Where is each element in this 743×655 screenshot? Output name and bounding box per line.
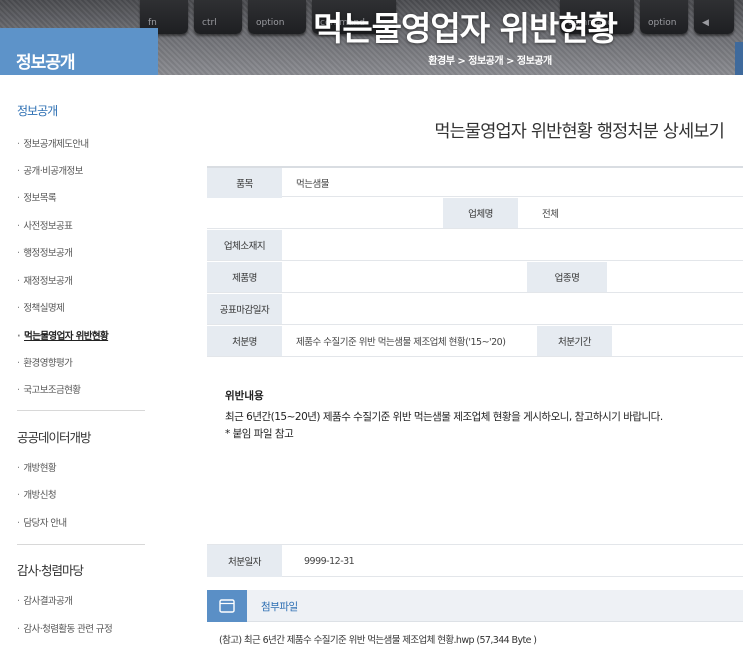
breadcrumb: 환경부 > 정보공개 > 정보공개 bbox=[428, 56, 552, 67]
sidebar-item-label: 공개·비공개정보 bbox=[23, 166, 83, 177]
sidebar-section-title[interactable]: 공공데이터개방 bbox=[17, 427, 92, 446]
sidebar-item-label: 재정정보공개 bbox=[23, 276, 73, 287]
sidebar-divider bbox=[17, 544, 145, 545]
violation-section: 위반내용 최근 6년간(15~20년) 제품수 수질기준 위반 먹는샘물 제조업… bbox=[225, 388, 725, 443]
sidebar-item-label: 먹는물영업자 위반현황 bbox=[24, 331, 109, 342]
keyboard-key: ◀ bbox=[694, 0, 734, 34]
bullet-icon: · bbox=[17, 248, 20, 259]
bullet-icon: · bbox=[17, 518, 20, 529]
page-title: 먹는물영업자 위반현황 행정처분 상세보기 bbox=[434, 122, 724, 142]
item-label: 품목 bbox=[207, 168, 282, 198]
bullet-icon: · bbox=[17, 331, 21, 342]
business-type-label: 업종명 bbox=[527, 262, 607, 292]
period-label: 처분기간 bbox=[537, 326, 612, 356]
location-value bbox=[282, 230, 296, 260]
sidebar-item-label: 감사결과공개 bbox=[23, 596, 73, 607]
attachment-label: 첨부파일 bbox=[261, 600, 298, 613]
sidebar-item-label: 개방신청 bbox=[23, 490, 56, 501]
attachment-file-link[interactable]: (참고) 최근 6년간 제품수 수질기준 위반 먹는샘물 제조업체 현황.hwp… bbox=[219, 632, 537, 646]
business-name-value: 전체 bbox=[542, 209, 559, 220]
sidebar-header: 정보공개 bbox=[0, 28, 158, 75]
sidebar-item-label: 감사·청렴활동 관련 규정 bbox=[23, 624, 113, 635]
bullet-icon: · bbox=[17, 166, 20, 177]
product-label: 제품명 bbox=[207, 262, 282, 292]
disposition-date-row: 처분일자 9999-12-31 bbox=[207, 544, 743, 577]
sidebar-item-open-request[interactable]: · 개방신청 bbox=[17, 487, 57, 501]
bullet-icon: · bbox=[17, 193, 20, 204]
location-label: 업체소재지 bbox=[207, 230, 282, 260]
disposition-label: 처분명 bbox=[207, 326, 282, 356]
sidebar-item-admin-info[interactable]: · 행정정보공개 bbox=[17, 245, 73, 259]
sidebar-item-label: 사전정보공표 bbox=[23, 221, 73, 232]
sidebar-item-finance-info[interactable]: · 재정정보공개 bbox=[17, 273, 73, 287]
sidebar-item-policy-realname[interactable]: · 정책실명제 bbox=[17, 300, 65, 314]
period-value bbox=[612, 326, 626, 356]
sidebar-item-audit-rules[interactable]: · 감사·청렴활동 관련 규정 bbox=[17, 621, 113, 635]
violation-title: 위반내용 bbox=[225, 390, 264, 402]
item-value: 먹는샘물 bbox=[296, 179, 329, 190]
business-type-value bbox=[607, 262, 621, 292]
table-row: 품목 먹는샘물 bbox=[207, 166, 743, 198]
sidebar-item-label: 정보목록 bbox=[23, 193, 56, 204]
sidebar-item-pre-disclosure[interactable]: · 사전정보공표 bbox=[17, 218, 73, 232]
banner-edge bbox=[735, 42, 743, 75]
bullet-icon: · bbox=[17, 385, 20, 396]
table-row: 공표마감일자 bbox=[207, 294, 743, 325]
sidebar-item-label: 정책실명제 bbox=[23, 303, 65, 314]
keyboard-key: ctrl bbox=[194, 0, 242, 34]
table-row: 업체소재지 bbox=[207, 230, 743, 261]
sidebar-item-info-list[interactable]: · 정보목록 bbox=[17, 190, 57, 204]
table-row: 업체명 전체 bbox=[207, 198, 743, 229]
attachment-icon bbox=[207, 590, 247, 622]
bullet-icon: · bbox=[17, 490, 20, 501]
bullet-icon: · bbox=[17, 303, 20, 314]
sidebar-item-eia[interactable]: · 환경영향평가 bbox=[17, 355, 73, 369]
sidebar-section-title[interactable]: 감사·청렴마당 bbox=[17, 560, 84, 579]
sidebar-item-subsidy[interactable]: · 국고보조금현황 bbox=[17, 382, 81, 396]
sidebar-section-title[interactable]: 정보공개 bbox=[17, 102, 58, 119]
business-name-label: 업체명 bbox=[443, 198, 518, 228]
keyboard-key: option bbox=[640, 0, 688, 34]
notice-deadline-label: 공표마감일자 bbox=[207, 294, 282, 324]
notice-deadline-value bbox=[282, 294, 296, 324]
table-row: 처분명 제품수 수질기준 위반 먹는샘물 제조업체 현황('15~'20) 처분… bbox=[207, 326, 743, 357]
bullet-icon: · bbox=[17, 221, 20, 232]
sidebar-item-label: 정보공개제도안내 bbox=[23, 139, 89, 150]
sidebar-item-label: 담당자 안내 bbox=[23, 518, 67, 529]
sidebar-item-label: 개방현황 bbox=[23, 463, 56, 474]
sidebar-item-contact[interactable]: · 담당자 안내 bbox=[17, 515, 67, 529]
bullet-icon: · bbox=[17, 358, 20, 369]
disposition-date-label: 처분일자 bbox=[207, 545, 282, 577]
sidebar-item-label: 행정정보공개 bbox=[23, 248, 73, 259]
banner-title: 먹는물영업자 위반현황 bbox=[312, 9, 618, 48]
bullet-icon: · bbox=[17, 139, 20, 150]
bullet-icon: · bbox=[17, 463, 20, 474]
sidebar-item-water-violations[interactable]: · 먹는물영업자 위반현황 bbox=[17, 328, 109, 342]
violation-note: * 붙임 파일 참고 bbox=[225, 428, 294, 440]
violation-text: 최근 6년간(15~20년) 제품수 수질기준 위반 먹는샘물 제조업체 현황을… bbox=[225, 411, 663, 423]
keyboard-key: option bbox=[248, 0, 306, 34]
disposition-value: 제품수 수질기준 위반 먹는샘물 제조업체 현황('15~'20) bbox=[296, 337, 506, 348]
table-row: 제품명 업종명 bbox=[207, 262, 743, 293]
bullet-icon: · bbox=[17, 624, 20, 635]
sidebar-item-label: 환경영향평가 bbox=[23, 358, 73, 369]
attachment-header: 첨부파일 bbox=[207, 590, 743, 622]
sidebar-divider bbox=[17, 410, 145, 411]
bullet-icon: · bbox=[17, 276, 20, 287]
bullet-icon: · bbox=[17, 596, 20, 607]
sidebar-item-label: 국고보조금현황 bbox=[23, 385, 81, 396]
product-value bbox=[282, 262, 296, 292]
sidebar-item-info-system[interactable]: · 정보공개제도안내 bbox=[17, 136, 89, 150]
sidebar-item-audit-results[interactable]: · 감사결과공개 bbox=[17, 593, 73, 607]
folder-icon bbox=[219, 599, 235, 613]
sidebar-item-public-info[interactable]: · 공개·비공개정보 bbox=[17, 163, 83, 177]
disposition-date-value: 9999-12-31 bbox=[304, 555, 355, 567]
sidebar: 정보공개 · 정보공개제도안내 · 공개·비공개정보 · 정보목록 · 사전정보공표 ·… bbox=[0, 75, 158, 655]
sidebar-item-open-status[interactable]: · 개방현황 bbox=[17, 460, 57, 474]
